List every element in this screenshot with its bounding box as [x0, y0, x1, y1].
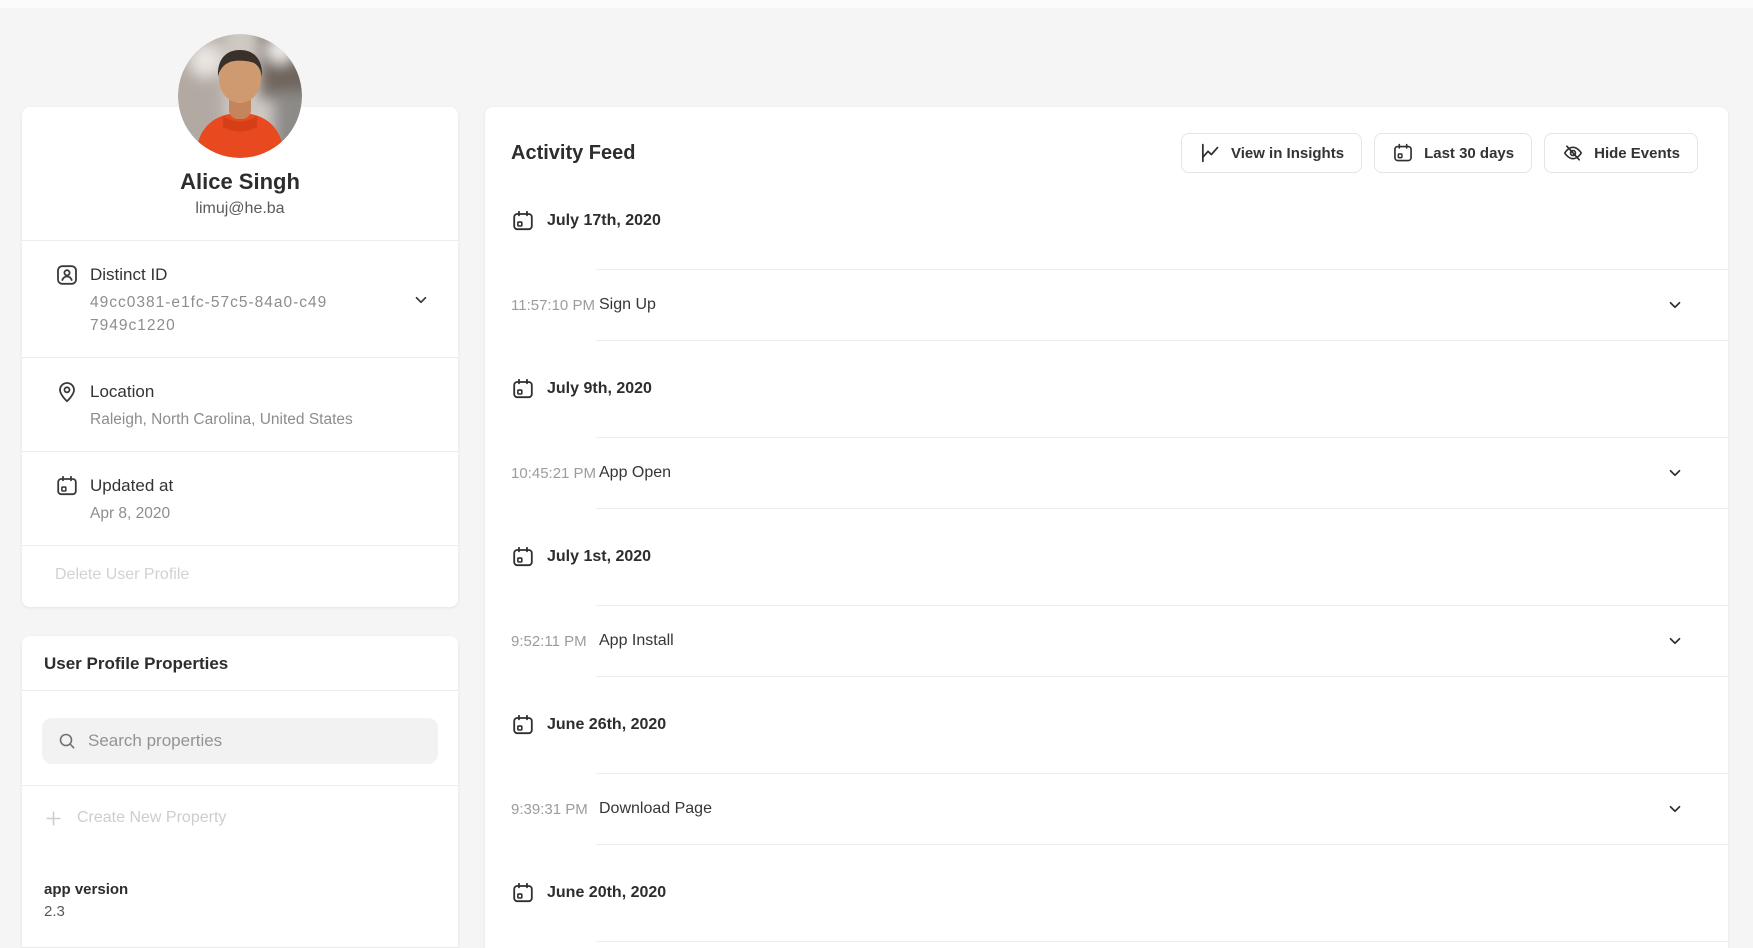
distinct-id-content: Distinct ID 49cc0381-e1fc-57c5-84a0-c497…	[55, 263, 330, 337]
feed-date-label: July 1st, 2020	[547, 548, 651, 566]
page-title: Activity Feed	[511, 142, 635, 165]
avatar	[178, 34, 302, 158]
create-new-property-label: Create New Property	[77, 809, 226, 827]
event-expand-chevron-icon[interactable]	[1666, 800, 1684, 818]
event-row[interactable]: 9:39:31 PM Download Page	[485, 774, 1728, 844]
calendar-icon	[511, 713, 535, 737]
distinct-id-expand-chevron-icon[interactable]	[412, 289, 434, 311]
delete-user-profile-button[interactable]: Delete User Profile	[55, 566, 189, 584]
event-time: 10:45:21 PM	[511, 465, 599, 482]
location-label: Location	[90, 380, 154, 404]
feed-toolbar: View in Insights Last 30 days Hide Event…	[1181, 133, 1698, 173]
calendar-icon	[511, 209, 535, 233]
distinct-id-value: 49cc0381-e1fc-57c5-84a0-c497949c1220	[90, 291, 330, 337]
activity-feed-card: Activity Feed View in Insights Last 30 d…	[485, 107, 1728, 948]
event-expand-chevron-icon[interactable]	[1666, 632, 1684, 650]
profile-sidebar: Alice Singh limuj@he.ba Distinct ID 49cc…	[22, 0, 458, 948]
feed-date-header: July 9th, 2020	[485, 341, 1728, 437]
activity-feed-list: July 17th, 2020 11:57:10 PM Sign Up July…	[485, 173, 1728, 942]
event-row[interactable]: 11:57:10 PM Sign Up	[485, 270, 1728, 340]
search-properties-input[interactable]	[88, 731, 423, 751]
property-list: app version 2.3	[22, 850, 458, 948]
updated-at-label: Updated at	[90, 474, 173, 498]
calendar-icon	[511, 881, 535, 905]
user-profile-properties-card: User Profile Properties Create New Prope…	[22, 636, 458, 948]
feed-date-label: July 9th, 2020	[547, 380, 652, 398]
feed-date-header: June 20th, 2020	[485, 845, 1728, 941]
event-name: Sign Up	[599, 296, 1666, 314]
avatar-photo-illustration	[178, 34, 302, 158]
event-row[interactable]: 10:45:21 PM App Open	[485, 438, 1728, 508]
event-name: Download Page	[599, 800, 1666, 818]
properties-panel-title: User Profile Properties	[22, 636, 458, 690]
create-new-property-button[interactable]: Create New Property	[22, 786, 458, 850]
property-value: 2.3	[44, 902, 436, 922]
event-row[interactable]: 9:52:11 PM App Install	[485, 606, 1728, 676]
location-section: Location Raleigh, North Carolina, United…	[22, 358, 458, 451]
calendar-icon	[511, 545, 535, 569]
delete-row: Delete User Profile	[22, 546, 458, 604]
hide-events-button[interactable]: Hide Events	[1544, 133, 1698, 173]
event-time: 9:52:11 PM	[511, 633, 599, 650]
eye-off-icon	[1562, 142, 1584, 164]
profile-card: Alice Singh limuj@he.ba Distinct ID 49cc…	[22, 107, 458, 607]
event-time: 9:39:31 PM	[511, 801, 599, 818]
updated-at-section: Updated at Apr 8, 2020	[22, 452, 458, 545]
calendar-icon	[511, 377, 535, 401]
event-name: App Install	[599, 632, 1666, 650]
plus-icon	[44, 809, 63, 828]
profile-email: limuj@he.ba	[42, 198, 438, 220]
event-expand-chevron-icon[interactable]	[1666, 464, 1684, 482]
feed-date-header: June 26th, 2020	[485, 677, 1728, 773]
event-name: App Open	[599, 464, 1666, 482]
distinct-id-label: Distinct ID	[90, 263, 167, 287]
date-range-button[interactable]: Last 30 days	[1374, 133, 1532, 173]
feed-date-label: June 26th, 2020	[547, 716, 666, 734]
search-box	[42, 718, 438, 764]
calendar-icon	[55, 474, 79, 498]
property-list-item[interactable]: app version 2.3	[22, 850, 458, 948]
location-value: Raleigh, North Carolina, United States	[90, 408, 434, 431]
feed-date-header: July 17th, 2020	[485, 173, 1728, 269]
feed-date-header: July 1st, 2020	[485, 509, 1728, 605]
location-pin-icon	[55, 380, 79, 404]
event-time: 11:57:10 PM	[511, 297, 599, 314]
view-in-insights-button[interactable]: View in Insights	[1181, 133, 1362, 173]
search-wrap	[22, 691, 458, 785]
property-name: app version	[44, 880, 436, 900]
view-in-insights-label: View in Insights	[1231, 145, 1344, 162]
search-icon	[57, 731, 77, 751]
distinct-id-section: Distinct ID 49cc0381-e1fc-57c5-84a0-c497…	[22, 241, 458, 357]
insights-chart-icon	[1199, 142, 1221, 164]
event-expand-chevron-icon[interactable]	[1666, 296, 1684, 314]
feed-date-label: June 20th, 2020	[547, 884, 666, 902]
date-range-label: Last 30 days	[1424, 145, 1514, 162]
activity-feed-header: Activity Feed View in Insights Last 30 d…	[485, 107, 1728, 173]
divider	[596, 941, 1728, 942]
calendar-icon	[1392, 142, 1414, 164]
hide-events-label: Hide Events	[1594, 145, 1680, 162]
profile-name: Alice Singh	[42, 169, 438, 195]
feed-date-label: July 17th, 2020	[547, 212, 661, 230]
id-badge-icon	[55, 263, 79, 287]
updated-at-value: Apr 8, 2020	[90, 502, 434, 525]
